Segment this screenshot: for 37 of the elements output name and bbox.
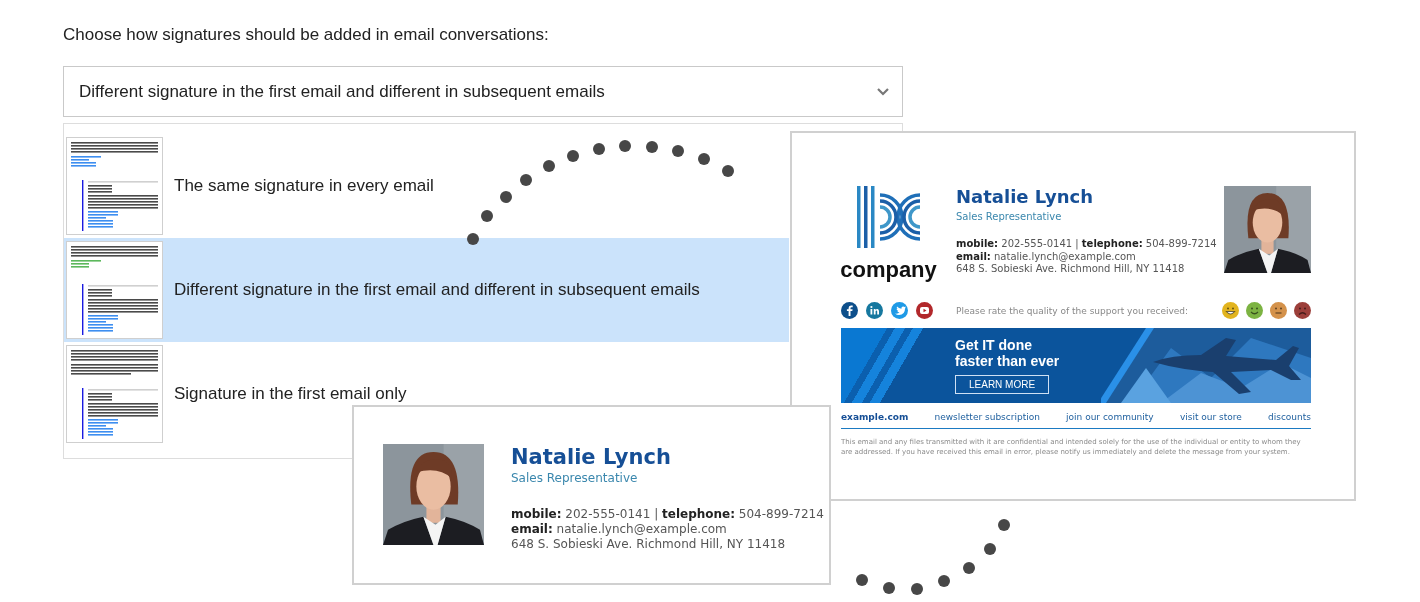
banner-headline: Get IT done xyxy=(955,337,1033,353)
option-label: Signature in the first email only xyxy=(174,384,407,404)
youtube-icon xyxy=(916,302,933,319)
smiley-icon[interactable] xyxy=(1246,302,1263,319)
facebook-icon xyxy=(841,302,858,319)
postal-address: 648 S. Sobieski Ave. Richmond Hill, NY 11418 xyxy=(956,263,1186,276)
footer-link[interactable]: visit our store xyxy=(1179,412,1242,422)
phone-numbers: mobile: 202-555-0141 | telephone: 504-899-7214 xyxy=(956,238,1218,251)
banner-headline: faster than ever xyxy=(955,353,1060,369)
option-row[interactable]: Different signature in the first email and different in subsequent emails xyxy=(64,238,789,342)
logo-text: company xyxy=(840,259,937,281)
smiley-icon[interactable] xyxy=(1294,302,1311,319)
option-row[interactable]: Signature in the first email only xyxy=(64,342,789,446)
option-label: The same signature in every email xyxy=(174,176,434,196)
footer-link[interactable]: join our community xyxy=(1066,412,1154,422)
footer-link[interactable]: newsletter subscription xyxy=(934,412,1040,422)
footer-link[interactable]: example.com xyxy=(841,412,909,422)
postal-address: 648 S. Sobieski Ave. Richmond Hill, NY 11418 xyxy=(511,537,787,552)
smiley-icon[interactable] xyxy=(1222,302,1239,319)
linkedin-icon xyxy=(866,302,883,319)
signature-mode-dropdown[interactable]: Different signature in the first email and different in subsequent emails xyxy=(63,66,903,117)
phone-numbers: mobile: 202-555-0141 | telephone: 504-899-7214 xyxy=(511,507,824,522)
instruction-text: Choose how signatures should be added in email conversations: xyxy=(63,25,550,45)
logo-icon xyxy=(855,186,922,248)
job-title: Sales Representative xyxy=(511,471,639,486)
email-address: email: natalie.lynch@example.com xyxy=(511,522,728,537)
person-name: Natalie Lynch xyxy=(956,186,1095,208)
footer-link[interactable]: discounts xyxy=(1268,412,1311,422)
learn-more-button[interactable]: LEARN MORE xyxy=(955,375,1050,394)
job-title: Sales Representative xyxy=(956,210,1063,223)
twitter-icon xyxy=(891,302,908,319)
option-label: Different signature in the first email and different in subsequent emails xyxy=(174,280,700,300)
person-name: Natalie Lynch xyxy=(511,444,672,470)
option-row[interactable]: The same signature in every email xyxy=(64,134,789,238)
email-address: email: natalie.lynch@example.com xyxy=(956,250,1137,263)
rating-prompt: Please rate the quality of the support you received: xyxy=(956,305,1190,316)
chevron-down-icon xyxy=(876,87,890,96)
